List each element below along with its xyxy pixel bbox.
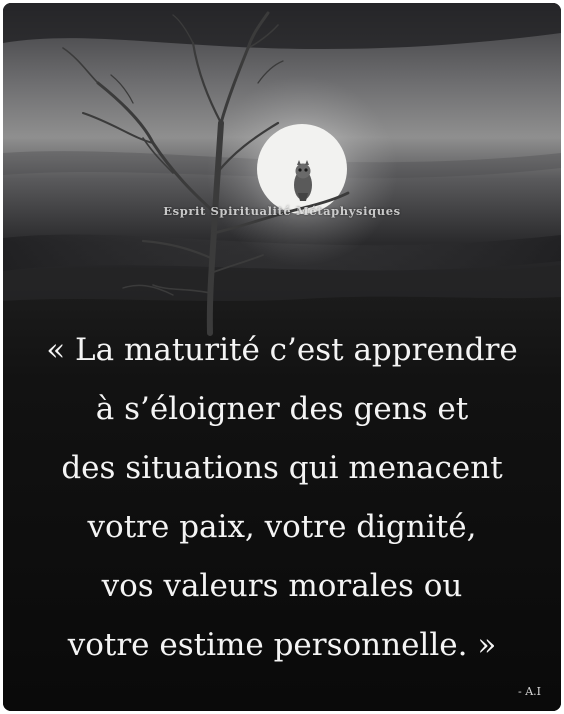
quote-line: à s’éloigner des gens et bbox=[95, 391, 469, 427]
quote-line: vos valeurs morales ou bbox=[101, 568, 463, 604]
quote-text: « La maturité c’est apprendre à s’éloign… bbox=[3, 321, 561, 675]
watermark-text: Esprit Spiritualité Métaphysiques bbox=[163, 204, 401, 218]
quote-line: des situations qui menacent bbox=[61, 450, 503, 486]
quote-author: - A.I bbox=[518, 685, 541, 698]
quote-image-card: Esprit Spiritualité Métaphysiques « La m… bbox=[3, 3, 561, 711]
quote-line: votre paix, votre dignité, bbox=[87, 509, 477, 545]
quote-line: votre estime personnelle. » bbox=[67, 627, 497, 663]
quote-line: « La maturité c’est apprendre bbox=[46, 332, 518, 368]
